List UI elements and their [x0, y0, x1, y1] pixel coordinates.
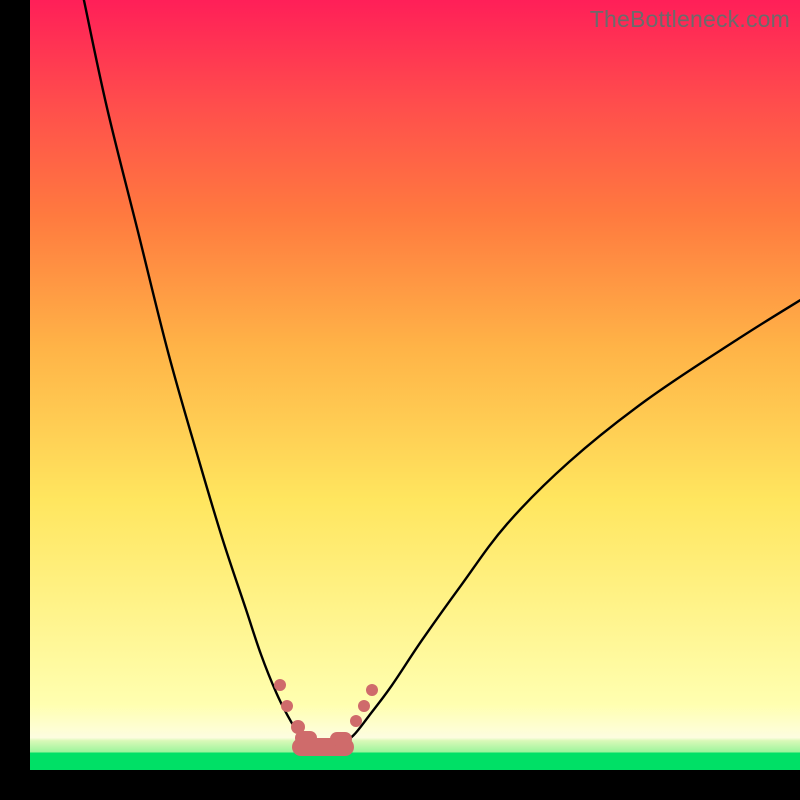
plot-area: TheBottleneck.com: [30, 0, 800, 770]
valley-bead: [366, 684, 378, 696]
bottleneck-curve: [30, 0, 800, 770]
curve-left-branch: [84, 0, 310, 747]
valley-bead: [330, 732, 352, 746]
chart-frame: TheBottleneck.com: [0, 0, 800, 800]
curve-right-branch: [338, 300, 800, 747]
watermark-text: TheBottleneck.com: [590, 6, 790, 33]
